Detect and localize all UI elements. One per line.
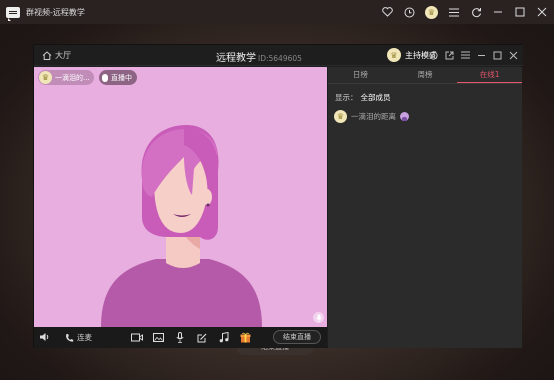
maximize-icon[interactable]	[514, 6, 526, 18]
window-close-icon[interactable]	[509, 49, 518, 61]
phone-icon	[66, 333, 74, 342]
window-title: 远程教学 ID:5649605	[216, 49, 302, 64]
teacher-icon	[400, 112, 409, 121]
video-mic-icon[interactable]	[313, 312, 324, 323]
room-title: 远程教学	[216, 53, 256, 64]
refresh-icon[interactable]	[470, 6, 482, 18]
settings-icon[interactable]	[429, 49, 438, 61]
app-titlebar: 群视频-远程教学 ♛	[0, 0, 554, 24]
music-button[interactable]	[219, 332, 229, 343]
member-name: 一滴泪的距离	[351, 112, 396, 121]
minimize-icon[interactable]	[492, 6, 504, 18]
edit-button[interactable]	[197, 333, 207, 343]
window-controls	[429, 49, 518, 61]
home-button[interactable]: 大厅	[42, 50, 71, 61]
menu-icon[interactable]	[448, 6, 460, 18]
host-avatar: ♛	[387, 48, 401, 62]
mic-icon	[102, 73, 108, 82]
edit-icon	[197, 333, 207, 343]
bottom-toolbar: 连麦 结束直播	[34, 327, 327, 348]
home-icon	[42, 51, 52, 60]
close-icon[interactable]	[536, 6, 548, 18]
member-panel: 日榜 周榜 在线1 显示： 全部成员 ♛ 一滴泪的距离	[328, 67, 523, 348]
video-stage[interactable]: ♛ 一滴泪的... 直播中	[34, 67, 327, 327]
tab-online[interactable]: 在线1	[457, 67, 523, 83]
presenter-name: 一滴泪的...	[55, 73, 90, 82]
heart-icon[interactable]	[381, 6, 393, 18]
mic-link-button[interactable]: 连麦	[65, 332, 92, 343]
avatar[interactable]: ♛	[425, 5, 438, 19]
window-menu-icon[interactable]	[461, 49, 470, 61]
presenter-illustration	[101, 125, 262, 327]
filter-label: 显示：	[335, 93, 358, 102]
camera-button[interactable]	[131, 333, 143, 342]
camera-icon	[131, 333, 143, 342]
gift-icon	[240, 332, 251, 343]
window-maximize-icon[interactable]	[493, 49, 502, 61]
panel-tabs: 日榜 周榜 在线1	[328, 67, 523, 84]
end-live-button[interactable]: 结束直播	[273, 330, 321, 344]
member-filter[interactable]: 显示： 全部成员	[335, 92, 391, 103]
home-label: 大厅	[55, 51, 71, 60]
app-controls: ♛	[381, 0, 548, 24]
presenter-avatar: ♛	[39, 71, 52, 84]
window-minimize-icon[interactable]	[477, 49, 486, 61]
gift-button[interactable]	[240, 332, 251, 343]
app-title: 群视频-远程教学	[26, 7, 85, 17]
live-status-badge: 直播中	[99, 70, 137, 85]
classroom-window: 大厅 远程教学 ID:5649605 ♛ 主持模式 ♛ 一滴泪的... 直播中 …	[33, 44, 523, 348]
tab-daily-rank[interactable]: 日榜	[328, 67, 393, 83]
app-logo-icon	[6, 6, 20, 21]
clock-icon[interactable]	[403, 6, 415, 18]
member-avatar: ♛	[334, 110, 347, 123]
volume-button[interactable]	[39, 332, 50, 342]
share-icon[interactable]	[445, 49, 454, 61]
microphone-button[interactable]	[176, 332, 184, 343]
filter-value: 全部成员	[360, 93, 391, 102]
presenter-tag[interactable]: ♛ 一滴泪的...	[38, 70, 94, 85]
image-button[interactable]	[153, 333, 164, 342]
music-icon	[219, 332, 229, 343]
live-status-label: 直播中	[111, 73, 132, 82]
microphone-icon	[176, 332, 184, 343]
room-id: ID:5649605	[258, 54, 302, 63]
image-icon	[153, 333, 164, 342]
window-header: 大厅 远程教学 ID:5649605 ♛ 主持模式	[34, 45, 523, 66]
member-list-item[interactable]: ♛ 一滴泪的距离	[334, 110, 409, 123]
speaker-icon	[40, 333, 49, 341]
tab-weekly-rank[interactable]: 周榜	[393, 67, 458, 83]
mic-link-label: 连麦	[77, 333, 92, 342]
